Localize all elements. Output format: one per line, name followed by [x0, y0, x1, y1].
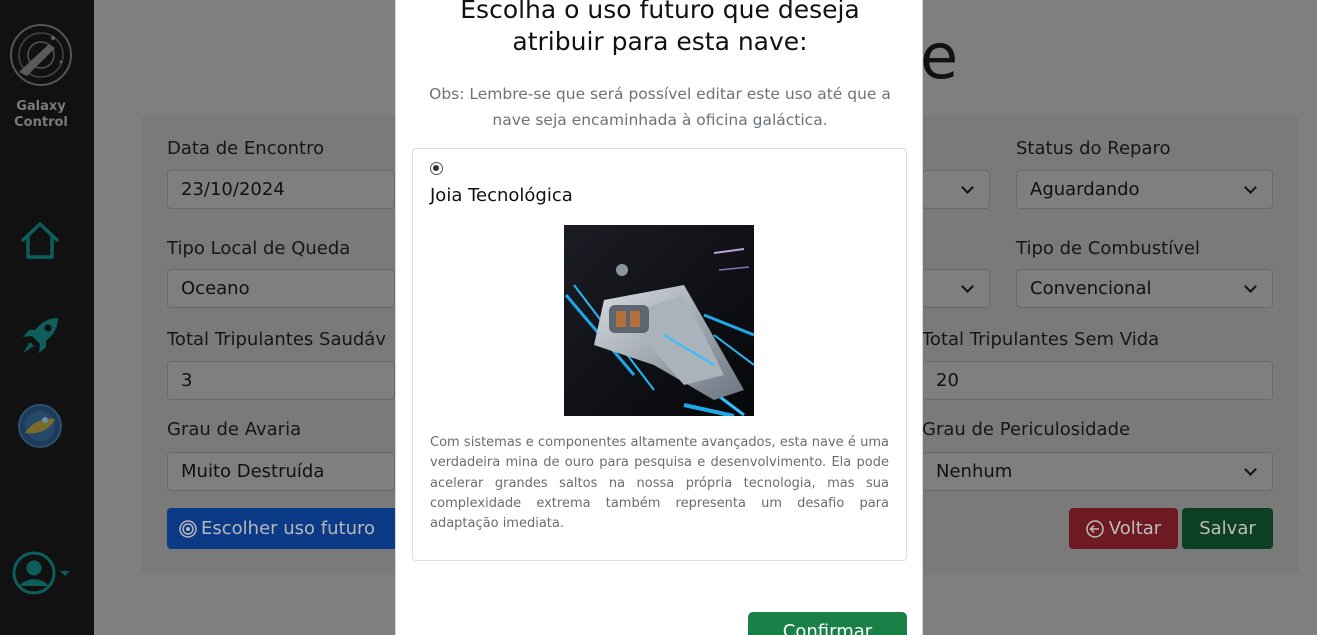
salvar-label: Salvar	[1199, 518, 1256, 539]
label-data-encontro: Data de Encontro	[167, 138, 325, 159]
modal-title-line-2: atribuir para esta nave:	[512, 27, 808, 56]
page-title: e	[920, 20, 961, 93]
tipo-combustivel-value: Convencional	[1030, 278, 1152, 299]
option-description: Com sistemas e componentes altamente ava…	[430, 435, 889, 532]
label-status-reparo: Status do Reparo	[1016, 138, 1171, 159]
nav-planet[interactable]	[16, 402, 64, 450]
label-tipo-local: Tipo Local de Queda	[167, 238, 351, 259]
galaxy-logo-icon[interactable]	[9, 22, 73, 88]
label-grau-avaria: Grau de Avaria	[167, 419, 302, 440]
hidden-select-1[interactable]	[922, 170, 990, 209]
chevron-down-icon	[1244, 279, 1257, 293]
label-trip-saudaveis: Total Tripulantes Saudáv	[167, 329, 386, 350]
sidebar: Galaxy Control	[0, 0, 94, 635]
planet-icon	[18, 404, 62, 448]
grau-avaria-value: Muito Destruída	[181, 461, 325, 482]
voltar-label: Voltar	[1108, 518, 1162, 539]
voltar-button[interactable]: Voltar	[1069, 508, 1178, 549]
brand-name: Galaxy Control	[0, 99, 82, 131]
brand-line-2: Control	[14, 115, 68, 130]
salvar-button[interactable]: Salvar	[1182, 508, 1273, 549]
rocket-icon	[23, 318, 58, 353]
data-encontro-field[interactable]: 23/10/2024	[167, 170, 395, 209]
status-reparo-select[interactable]: Aguardando	[1016, 170, 1273, 209]
escolher-uso-futuro-button[interactable]: Escolher uso futuro	[167, 508, 407, 549]
label-tipo-combustivel: Tipo de Combustível	[1016, 238, 1200, 259]
escolher-label: Escolher uso futuro	[201, 518, 376, 539]
label-grau-periculosidade: Grau de Periculosidade	[922, 419, 1131, 440]
trip-saudaveis-input[interactable]: 3	[167, 361, 395, 400]
chevron-down-icon	[961, 279, 974, 293]
nav-home[interactable]	[16, 216, 64, 264]
chevron-down-icon	[1244, 462, 1257, 476]
chevron-down-icon	[1244, 180, 1257, 194]
status-reparo-value: Aguardando	[1030, 179, 1140, 200]
chevron-down-icon	[961, 180, 974, 194]
spaceship-image	[564, 225, 754, 416]
modal-title-line-1: Escolha o uso futuro que deseja	[460, 0, 860, 24]
modal-title: Escolha o uso futuro que deseja atribuir…	[396, 0, 924, 58]
chevron-down-icon	[60, 570, 70, 576]
uso-futuro-modal: Escolha o uso futuro que deseja atribuir…	[395, 0, 923, 635]
trip-sem-vida-value: 20	[936, 370, 959, 391]
modal-note: Obs: Lembre-se que será possível editar …	[429, 85, 891, 129]
nav-ships[interactable]	[16, 312, 64, 360]
data-encontro-value: 23/10/2024	[181, 179, 285, 200]
brand-line-1: Galaxy	[16, 99, 66, 114]
option-joia-tecnologica[interactable]: Joia Tecnológica Com sistemas e componen…	[412, 148, 907, 561]
arrow-left-circle-icon	[1086, 519, 1104, 538]
label-trip-sem-vida: Total Tripulantes Sem Vida	[922, 329, 1160, 350]
target-icon	[179, 519, 197, 538]
user-avatar-icon	[12, 551, 56, 595]
tipo-local-value: Oceano	[181, 278, 250, 299]
grau-avaria-select[interactable]: Muito Destruída	[167, 452, 395, 491]
option-title: Joia Tecnológica	[430, 185, 573, 206]
trip-saudaveis-value: 3	[181, 370, 193, 391]
grau-periculosidade-value: Nenhum	[936, 461, 1013, 482]
grau-periculosidade-select[interactable]: Nenhum	[922, 452, 1273, 491]
option-radio[interactable]	[430, 162, 443, 175]
user-menu[interactable]	[12, 551, 74, 595]
tipo-combustivel-select[interactable]: Convencional	[1016, 269, 1273, 308]
tipo-local-select[interactable]: Oceano	[167, 269, 395, 308]
home-icon	[21, 222, 59, 259]
hidden-select-2[interactable]	[922, 269, 990, 308]
confirm-button[interactable]: Confirmar	[748, 612, 907, 635]
trip-sem-vida-input[interactable]: 20	[922, 361, 1273, 400]
